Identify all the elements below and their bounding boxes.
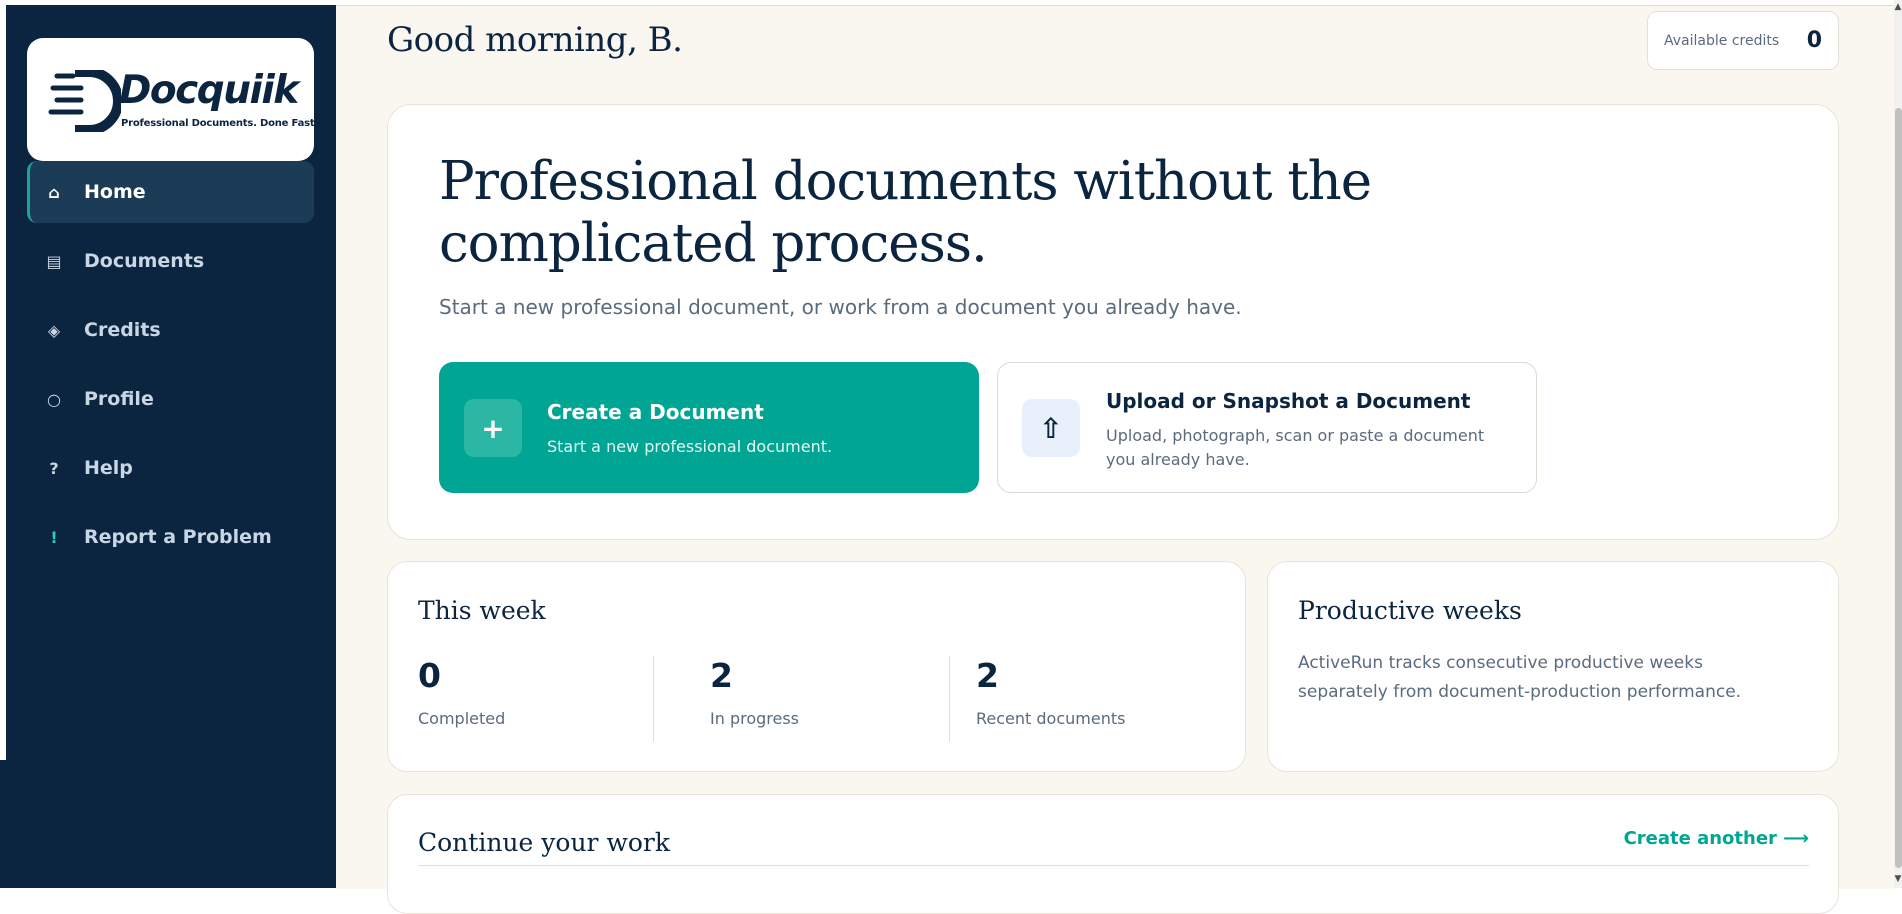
stat-in-progress: 2 In progress — [710, 656, 799, 742]
sidebar-item-label: Help — [84, 457, 133, 479]
documents-icon: ▤ — [46, 251, 62, 271]
upload-document-desc: Upload, photograph, scan or paste a docu… — [1106, 426, 1485, 469]
stat-completed: 0 Completed — [418, 656, 505, 742]
stat-value: 2 — [976, 656, 999, 695]
home-icon: ⌂ — [48, 182, 60, 202]
sidebar-item-documents[interactable]: ▤ Documents — [27, 230, 314, 292]
continue-work-title: Continue your work — [418, 828, 670, 857]
credits-value: 0 — [1806, 28, 1822, 53]
sidebar-item-label: Report a Problem — [84, 526, 272, 548]
sidebar-item-home[interactable]: ⌂ Home — [27, 161, 314, 223]
stat-label: Recent documents — [976, 709, 1126, 728]
sidebar: Docquiik Professional Documents. Done Fa… — [6, 5, 336, 888]
productive-weeks-card: Productive weeks ActiveRun tracks consec… — [1267, 561, 1839, 772]
diamond-icon: ◈ — [47, 320, 61, 340]
sidebar-item-credits[interactable]: ◈ Credits — [27, 299, 314, 361]
sidebar-item-label: Credits — [84, 319, 161, 341]
upload-arrow-icon: ⇧ — [1022, 399, 1080, 457]
sidebar-item-label: Documents — [84, 250, 205, 272]
continue-work-card: Continue your work Create another ⟶ — [387, 794, 1839, 914]
credits-badge[interactable]: Available credits 0 — [1647, 11, 1839, 70]
sidebar-item-profile[interactable]: ○ Profile — [27, 368, 314, 430]
productive-weeks-text: ActiveRun tracks consecutive productive … — [1298, 653, 1742, 702]
help-icon: ? — [49, 458, 59, 478]
this-week-title: This week — [418, 596, 546, 625]
hero-title: Professional documents without the compl… — [439, 151, 1372, 274]
logo-name: Docquiik — [119, 68, 299, 113]
scroll-up-icon[interactable]: ▲ — [1894, 2, 1902, 12]
logo-tagline: Professional Documents. Done Faster. — [121, 118, 328, 129]
credits-label: Available credits — [1664, 32, 1780, 49]
stat-label: In progress — [710, 709, 800, 728]
sidebar-item-label: Profile — [84, 388, 154, 410]
sidebar-item-label: Home — [84, 181, 146, 203]
scroll-down-icon[interactable]: ▼ — [1894, 874, 1902, 884]
stat-value: 0 — [418, 656, 441, 695]
stat-divider — [653, 656, 654, 742]
plus-icon: + — [464, 399, 522, 457]
upload-document-button[interactable]: ⇧ Upload or Snapshot a Document Upload, … — [997, 362, 1537, 493]
divider — [418, 865, 1809, 866]
create-document-desc: Start a new professional document. — [547, 437, 833, 456]
productive-weeks-title: Productive weeks — [1298, 596, 1522, 625]
stat-label: Completed — [418, 709, 506, 728]
create-another-link[interactable]: Create another ⟶ — [1624, 828, 1809, 849]
sidebar-footer — [0, 760, 340, 888]
stat-value: 2 — [710, 656, 733, 695]
stat-divider — [949, 656, 950, 742]
page-title: Good morning, B. — [387, 20, 683, 60]
scrollbar-thumb[interactable] — [1895, 108, 1902, 868]
exclamation-icon: ! — [50, 527, 58, 547]
upload-document-title: Upload or Snapshot a Document — [1106, 389, 1471, 413]
hero-subtitle: Start a new professional document, or wo… — [439, 295, 1242, 319]
this-week-card: This week 0 Completed 2 In progress 2 Re… — [387, 561, 1246, 772]
logo-mark-icon — [48, 70, 121, 132]
sidebar-item-help[interactable]: ? Help — [27, 437, 314, 499]
create-document-title: Create a Document — [547, 400, 764, 424]
hero-card: Professional documents without the compl… — [387, 104, 1839, 540]
profile-icon: ○ — [47, 389, 61, 409]
sidebar-item-report-problem[interactable]: ! Report a Problem — [27, 506, 314, 568]
create-document-button[interactable]: + Create a Document Start a new professi… — [439, 362, 979, 493]
stat-recent-documents: 2 Recent documents — [976, 656, 1125, 742]
logo[interactable]: Docquiik Professional Documents. Done Fa… — [27, 38, 328, 161]
